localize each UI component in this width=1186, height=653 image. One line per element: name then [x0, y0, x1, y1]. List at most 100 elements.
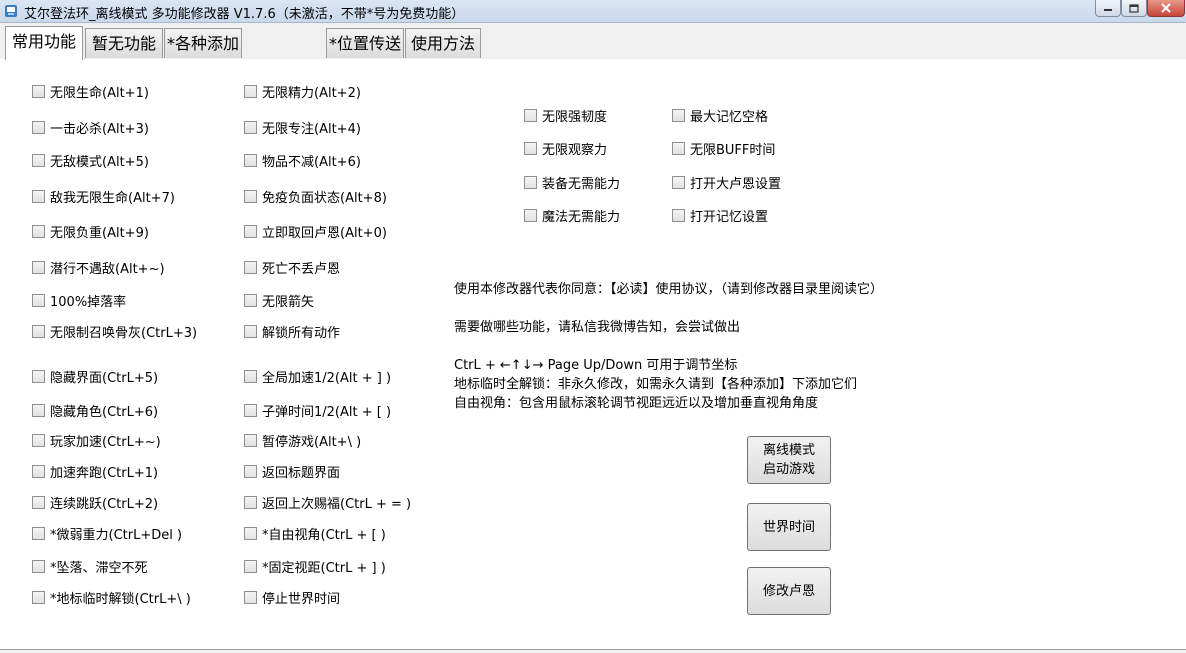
- checkbox-box[interactable]: [244, 369, 257, 383]
- checkbox-box[interactable]: [32, 120, 45, 134]
- checkbox-item[interactable]: 无限箭矢: [244, 292, 314, 310]
- checkbox-box[interactable]: [244, 590, 257, 604]
- checkbox-item[interactable]: 停止世界时间: [244, 589, 340, 607]
- tab-add[interactable]: *各种添加: [164, 28, 242, 58]
- checkbox-item[interactable]: 100%掉落率: [32, 292, 126, 310]
- modify-runes-button[interactable]: 修改卢恩: [747, 567, 831, 615]
- checkbox-item[interactable]: 子弹时间1/2(Alt + [ ): [244, 402, 392, 420]
- checkbox-item[interactable]: 无限强韧度: [524, 107, 607, 125]
- window-title: 艾尔登法环_离线模式 多功能修改器 V1.7.6（未激活，不带*号为免费功能）: [24, 7, 465, 22]
- checkbox-item[interactable]: 隐藏界面(CtrL+5): [32, 368, 158, 386]
- close-button[interactable]: [1147, 0, 1185, 17]
- checkbox-box[interactable]: [32, 495, 45, 509]
- checkbox-item[interactable]: 物品不减(Alt+6): [244, 152, 361, 170]
- checkbox-item[interactable]: *地标临时解锁(CtrL+\ ): [32, 589, 191, 607]
- checkbox-box[interactable]: [32, 189, 45, 203]
- title-bar[interactable]: 艾尔登法环_离线模式 多功能修改器 V1.7.6（未激活，不带*号为免费功能）: [0, 0, 1186, 23]
- checkbox-item[interactable]: 玩家加速(CtrL+~): [32, 432, 161, 450]
- checkbox-item[interactable]: 无限专注(Alt+4): [244, 119, 361, 137]
- checkbox-box[interactable]: [32, 224, 45, 238]
- checkbox-box[interactable]: [244, 260, 257, 274]
- checkbox-box[interactable]: [244, 433, 257, 447]
- checkbox-box[interactable]: [524, 108, 537, 122]
- checkbox-item[interactable]: 暂停游戏(Alt+\ ): [244, 432, 361, 450]
- tab-none[interactable]: 暂无功能: [85, 28, 163, 58]
- checkbox-item[interactable]: *微弱重力(CtrL+Del ): [32, 525, 182, 543]
- checkbox-box[interactable]: [32, 464, 45, 478]
- checkbox-label: 加速奔跑(CtrL+1): [50, 465, 159, 481]
- checkbox-item[interactable]: 装备无需能力: [524, 174, 620, 192]
- checkbox-box[interactable]: [524, 208, 537, 222]
- checkbox-item[interactable]: *坠落、滞空不死: [32, 558, 148, 576]
- checkbox-box[interactable]: [32, 526, 45, 540]
- checkbox-label: 无限精力(Alt+2): [262, 85, 361, 101]
- checkbox-item[interactable]: 无限精力(Alt+2): [244, 83, 361, 101]
- checkbox-box[interactable]: [244, 403, 257, 417]
- tab-common[interactable]: 常用功能: [5, 26, 83, 60]
- checkbox-box[interactable]: [244, 293, 257, 307]
- world-time-button[interactable]: 世界时间: [747, 503, 831, 551]
- checkbox-item[interactable]: 无限负重(Alt+9): [32, 223, 149, 241]
- checkbox-item[interactable]: 潜行不遇敌(Alt+~): [32, 259, 165, 277]
- checkbox-box[interactable]: [244, 559, 257, 573]
- checkbox-item[interactable]: 返回上次赐福(CtrL + = ): [244, 494, 411, 512]
- checkbox-item[interactable]: 敌我无限生命(Alt+7): [32, 188, 175, 206]
- checkbox-item[interactable]: 免疫负面状态(Alt+8): [244, 188, 387, 206]
- checkbox-item[interactable]: *固定视距(CtrL + ] ): [244, 558, 386, 576]
- checkbox-box[interactable]: [244, 526, 257, 540]
- checkbox-item[interactable]: 隐藏角色(CtrL+6): [32, 402, 158, 420]
- checkbox-box[interactable]: [244, 120, 257, 134]
- checkbox-box[interactable]: [32, 590, 45, 604]
- maximize-button[interactable]: [1121, 0, 1147, 17]
- checkbox-item[interactable]: 连续跳跃(CtrL+2): [32, 494, 158, 512]
- checkbox-item[interactable]: 最大记忆空格: [672, 107, 768, 125]
- tab-usage[interactable]: 使用方法: [405, 28, 481, 58]
- checkbox-box[interactable]: [244, 495, 257, 509]
- checkbox-box[interactable]: [672, 208, 685, 222]
- checkbox-item[interactable]: 加速奔跑(CtrL+1): [32, 463, 159, 481]
- checkbox-item[interactable]: 无敌模式(Alt+5): [32, 152, 149, 170]
- checkbox-box[interactable]: [32, 403, 45, 417]
- offline-launch-button[interactable]: 离线模式 启动游戏: [747, 436, 831, 484]
- checkbox-box[interactable]: [524, 141, 537, 155]
- checkbox-item[interactable]: 全局加速1/2(Alt + ] ): [244, 368, 392, 386]
- checkbox-box[interactable]: [244, 324, 257, 338]
- checkbox-box[interactable]: [672, 175, 685, 189]
- checkbox-box[interactable]: [244, 189, 257, 203]
- checkbox-item[interactable]: 魔法无需能力: [524, 207, 620, 225]
- checkbox-item[interactable]: 无限制召唤骨灰(CtrL+3): [32, 323, 197, 341]
- checkbox-box[interactable]: [32, 153, 45, 167]
- checkbox-box[interactable]: [32, 559, 45, 573]
- checkbox-box[interactable]: [244, 464, 257, 478]
- checkbox-box[interactable]: [672, 108, 685, 122]
- checkbox-item[interactable]: 打开记忆设置: [672, 207, 768, 225]
- checkbox-label: 敌我无限生命(Alt+7): [50, 190, 175, 206]
- checkbox-item[interactable]: 立即取回卢恩(Alt+0): [244, 223, 387, 241]
- checkbox-item[interactable]: 一击必杀(Alt+3): [32, 119, 149, 137]
- checkbox-box[interactable]: [524, 175, 537, 189]
- checkbox-box[interactable]: [672, 141, 685, 155]
- checkbox-box[interactable]: [32, 260, 45, 274]
- checkbox-item[interactable]: *自由视角(CtrL + [ ): [244, 525, 386, 543]
- checkbox-item[interactable]: 打开大卢恩设置: [672, 174, 781, 192]
- checkbox-item[interactable]: 无限BUFF时间: [672, 140, 775, 158]
- checkbox-label: 立即取回卢恩(Alt+0): [262, 225, 387, 241]
- checkbox-box[interactable]: [32, 433, 45, 447]
- checkbox-box[interactable]: [32, 369, 45, 383]
- checkbox-item[interactable]: 返回标题界面: [244, 463, 340, 481]
- checkbox-item[interactable]: 无限观察力: [524, 140, 607, 158]
- checkbox-box[interactable]: [244, 153, 257, 167]
- tab-teleport[interactable]: *位置传送: [326, 28, 404, 58]
- checkbox-box[interactable]: [32, 84, 45, 98]
- checkbox-label: 子弹时间1/2(Alt + [ ): [262, 404, 392, 420]
- checkbox-item[interactable]: 无限生命(Alt+1): [32, 83, 149, 101]
- checkbox-box[interactable]: [32, 324, 45, 338]
- checkbox-item[interactable]: 解锁所有动作: [244, 323, 340, 341]
- checkbox-box[interactable]: [244, 224, 257, 238]
- checkbox-box[interactable]: [244, 84, 257, 98]
- minimize-button[interactable]: [1095, 0, 1121, 17]
- checkbox-item[interactable]: 死亡不丢卢恩: [244, 259, 340, 277]
- checkbox-label: 潜行不遇敌(Alt+~): [50, 261, 165, 277]
- checkbox-label: 全局加速1/2(Alt + ] ): [262, 370, 392, 386]
- checkbox-box[interactable]: [32, 293, 45, 307]
